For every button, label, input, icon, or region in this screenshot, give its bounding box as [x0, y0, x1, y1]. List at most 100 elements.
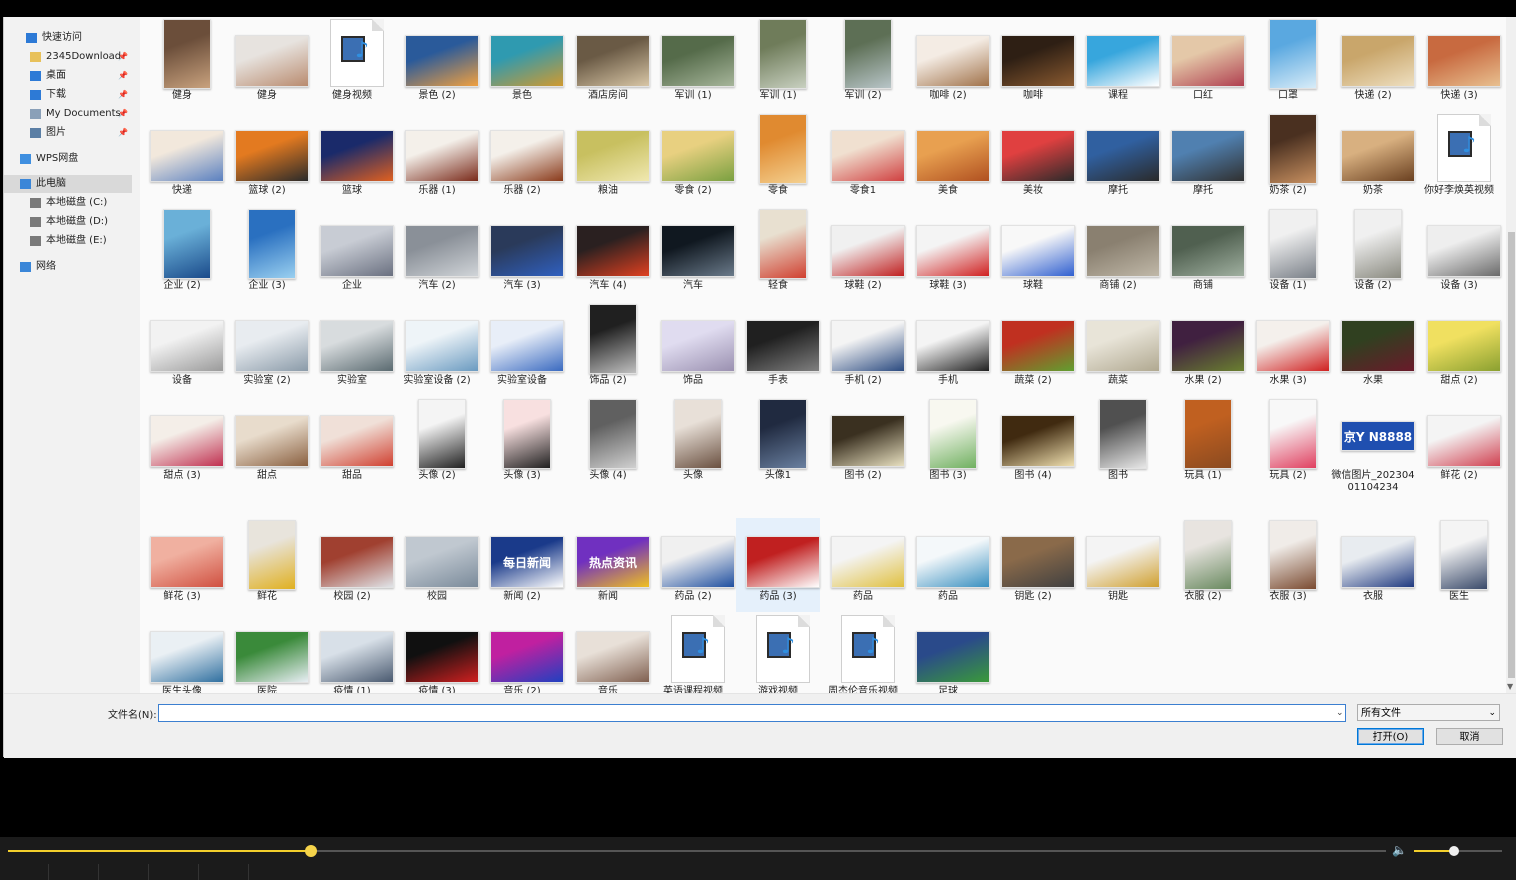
file-item[interactable]: 零食 (2): [651, 112, 735, 206]
file-item[interactable]: 零食1: [821, 112, 905, 206]
file-item[interactable]: 头像 (4): [566, 397, 650, 491]
file-item[interactable]: ♪ 周杰伦音乐视频: [821, 613, 905, 693]
file-item[interactable]: 军训 (1): [651, 17, 735, 111]
file-item[interactable]: 蔬菜: [1076, 302, 1160, 396]
progress-knob[interactable]: [305, 845, 318, 857]
chevron-down-icon[interactable]: ⌄: [1336, 705, 1348, 721]
file-item[interactable]: 京Y N8888 微信图片_20230401104234: [1331, 397, 1415, 517]
file-item[interactable]: 汽车 (3): [480, 207, 564, 301]
file-item[interactable]: 甜品: [310, 397, 394, 491]
file-item[interactable]: 疫情 (3): [395, 613, 479, 693]
file-item[interactable]: 乐器 (1): [395, 112, 479, 206]
file-item[interactable]: 药品 (2): [651, 518, 735, 612]
nav-item[interactable]: 网络: [4, 258, 132, 276]
file-item[interactable]: 手机 (2): [821, 302, 905, 396]
file-item[interactable]: 实验室设备: [480, 302, 564, 396]
file-item[interactable]: 军训 (2): [821, 17, 905, 111]
file-item[interactable]: 篮球: [310, 112, 394, 206]
file-item[interactable]: 药品: [906, 518, 990, 612]
vertical-scrollbar[interactable]: ▼: [1506, 17, 1516, 693]
file-item[interactable]: 企业: [310, 207, 394, 301]
file-item[interactable]: 零食: [736, 112, 820, 206]
nav-item[interactable]: 本地磁盘 (D:): [4, 213, 132, 231]
scroll-down-icon[interactable]: ▼: [1507, 682, 1513, 691]
file-item[interactable]: 口红: [1161, 17, 1245, 111]
file-item[interactable]: 钥匙 (2): [991, 518, 1075, 612]
file-item[interactable]: 图书 (2): [821, 397, 905, 491]
file-item[interactable]: ♪ 游戏视频: [736, 613, 820, 693]
file-item[interactable]: 图书 (4): [991, 397, 1075, 491]
file-item[interactable]: 快递: [140, 112, 224, 206]
file-item[interactable]: 健身: [140, 17, 224, 111]
nav-item[interactable]: My Documents 📌: [4, 105, 132, 123]
file-item[interactable]: 汽车: [651, 207, 735, 301]
file-item[interactable]: 球鞋 (2): [821, 207, 905, 301]
file-item[interactable]: 头像1: [736, 397, 820, 491]
file-item[interactable]: 实验室: [310, 302, 394, 396]
file-item[interactable]: 奶茶 (2): [1246, 112, 1330, 206]
file-item[interactable]: 医生: [1417, 518, 1501, 612]
file-item[interactable]: 景色 (2): [395, 17, 479, 111]
file-item[interactable]: 鲜花 (3): [140, 518, 224, 612]
file-item[interactable]: 头像 (3): [480, 397, 564, 491]
nav-item[interactable]: 桌面 📌: [4, 67, 132, 85]
file-item[interactable]: 酒店房间: [566, 17, 650, 111]
file-item[interactable]: 企业 (2): [140, 207, 224, 301]
file-item[interactable]: 图书 (3): [906, 397, 990, 491]
filetype-select[interactable]: 所有文件 ⌄: [1357, 704, 1500, 721]
file-item[interactable]: 甜点 (2): [1417, 302, 1501, 396]
file-item[interactable]: 商铺 (2): [1076, 207, 1160, 301]
file-item[interactable]: 热点资讯 新闻: [566, 518, 650, 612]
file-item[interactable]: 球鞋: [991, 207, 1075, 301]
file-item[interactable]: ♪ 你好李焕英视频: [1417, 112, 1501, 206]
file-item[interactable]: 景色: [480, 17, 564, 111]
file-item[interactable]: 美妆: [991, 112, 1075, 206]
file-item[interactable]: 医院: [225, 613, 309, 693]
file-item[interactable]: 水果: [1331, 302, 1415, 396]
file-item[interactable]: 甜点: [225, 397, 309, 491]
file-item[interactable]: 玩具 (1): [1161, 397, 1245, 491]
cancel-button[interactable]: 取消: [1436, 728, 1503, 745]
file-item[interactable]: 军训 (1): [736, 17, 820, 111]
file-item[interactable]: 图书: [1076, 397, 1160, 491]
file-item[interactable]: 汽车 (2): [395, 207, 479, 301]
file-item[interactable]: 校园: [395, 518, 479, 612]
nav-item[interactable]: 下载 📌: [4, 86, 132, 104]
file-item[interactable]: 鲜花 (2): [1417, 397, 1501, 491]
file-item[interactable]: 美食: [906, 112, 990, 206]
file-item[interactable]: ♪ 健身视频: [310, 17, 394, 111]
file-item[interactable]: 摩托: [1076, 112, 1160, 206]
file-item[interactable]: 头像 (2): [395, 397, 479, 491]
file-item[interactable]: 奶茶: [1331, 112, 1415, 206]
file-item[interactable]: 课程: [1076, 17, 1160, 111]
scrollbar-thumb[interactable]: [1508, 232, 1515, 678]
file-item[interactable]: 乐器 (2): [480, 112, 564, 206]
file-item[interactable]: 轻食: [736, 207, 820, 301]
file-item[interactable]: 设备: [140, 302, 224, 396]
file-item[interactable]: 鲜花: [225, 518, 309, 612]
file-item[interactable]: 衣服: [1331, 518, 1415, 612]
nav-item[interactable]: 本地磁盘 (C:): [4, 194, 132, 212]
file-item[interactable]: 汽车 (4): [566, 207, 650, 301]
file-item[interactable]: 每日新闻 新闻 (2): [480, 518, 564, 612]
nav-item[interactable]: 2345Download 📌: [4, 48, 132, 66]
file-item[interactable]: 设备 (3): [1417, 207, 1501, 301]
file-item[interactable]: 咖啡 (2): [906, 17, 990, 111]
file-item[interactable]: 粮油: [566, 112, 650, 206]
file-item[interactable]: 手机: [906, 302, 990, 396]
file-item[interactable]: 设备 (1): [1246, 207, 1330, 301]
file-item[interactable]: 音乐: [566, 613, 650, 693]
file-item[interactable]: 球鞋 (3): [906, 207, 990, 301]
file-item[interactable]: 摩托: [1161, 112, 1245, 206]
file-item[interactable]: 口罩: [1246, 17, 1330, 111]
file-item[interactable]: 手表: [736, 302, 820, 396]
file-item[interactable]: 饰品 (2): [566, 302, 650, 396]
file-item[interactable]: ♪ 英语课程视频: [651, 613, 735, 693]
progress-track[interactable]: [8, 850, 1386, 852]
file-item[interactable]: 实验室设备 (2): [395, 302, 479, 396]
file-item[interactable]: 商铺: [1161, 207, 1245, 301]
file-item[interactable]: 衣服 (2): [1161, 518, 1245, 612]
open-button[interactable]: 打开(O): [1357, 728, 1424, 745]
file-item[interactable]: 玩具 (2): [1246, 397, 1330, 491]
filename-input[interactable]: [158, 704, 1346, 722]
